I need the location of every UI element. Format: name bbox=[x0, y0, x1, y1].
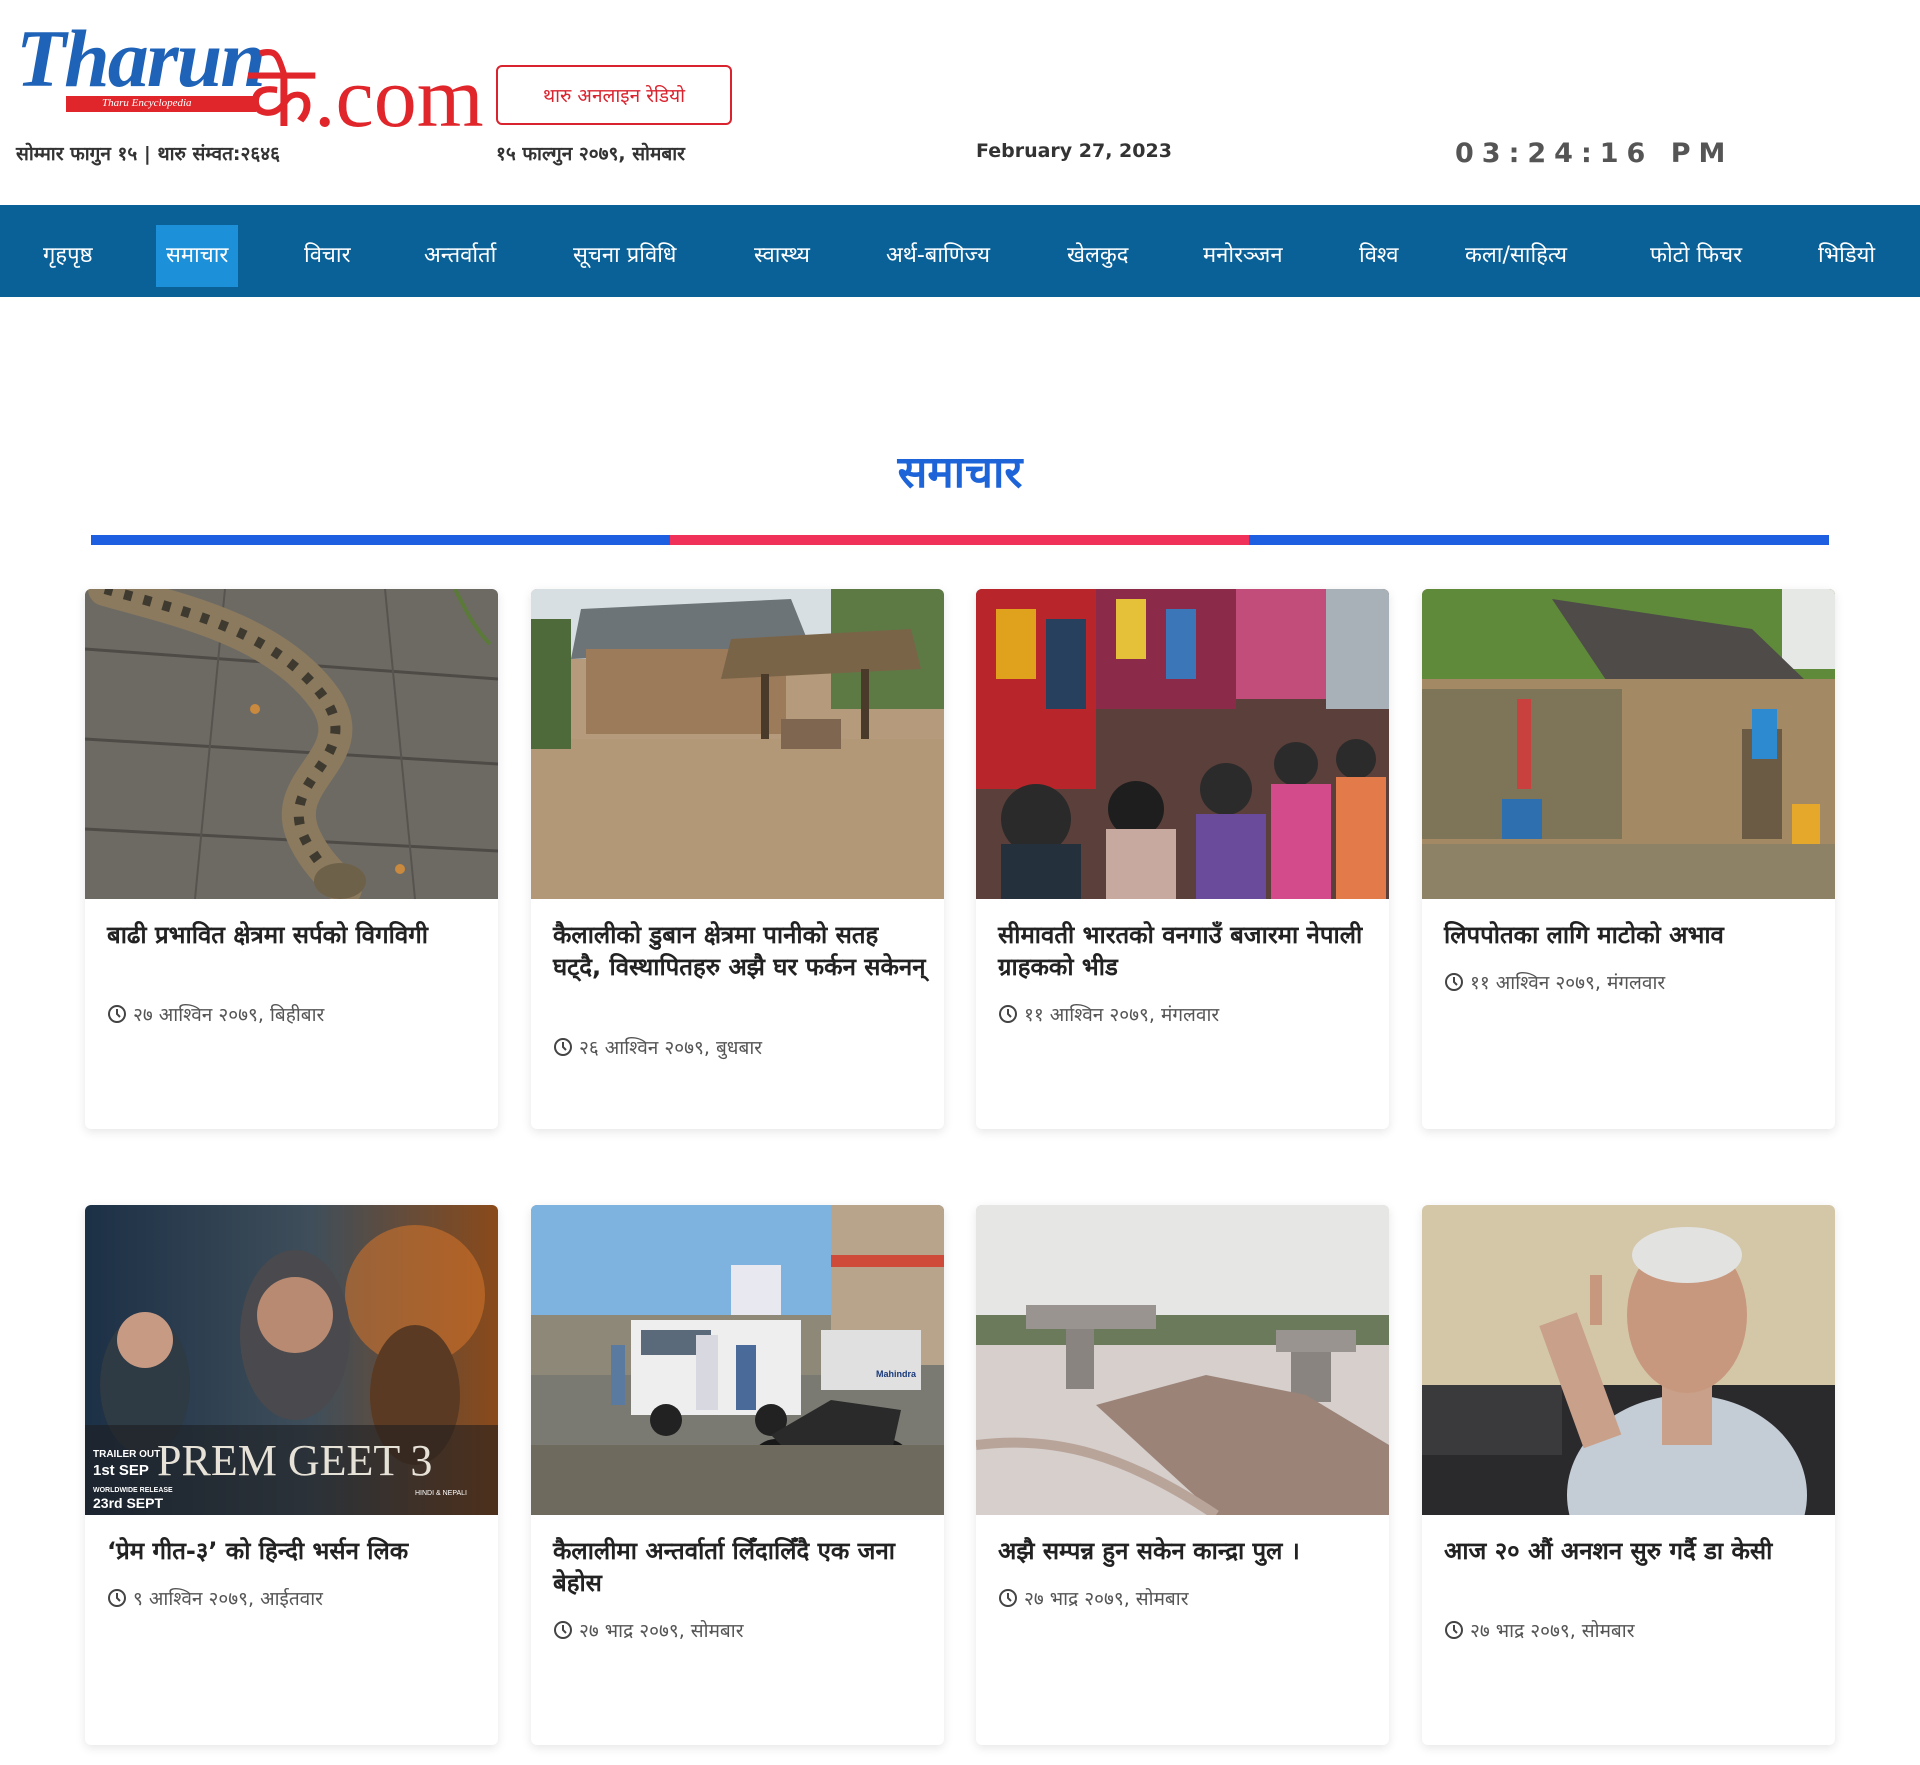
nav-item-sports[interactable]: खेलकुद bbox=[1057, 225, 1139, 287]
news-card-image[interactable] bbox=[531, 589, 944, 899]
news-card-date-text: ९ आश्विन २०७९, आईतवार bbox=[133, 1588, 323, 1610]
news-card-date-text: ११ आश्विन २०७९, मंगलवार bbox=[1470, 972, 1666, 994]
news-card[interactable]: लिपपोतका लागि माटोको अभाव ११ आश्विन २०७९… bbox=[1422, 589, 1835, 1129]
news-card-date: २७ भाद्र २०७९, सोमबार bbox=[1444, 1617, 1634, 1643]
online-radio-button[interactable]: थारु अनलाइन रेडियो bbox=[496, 65, 732, 125]
news-card-image[interactable] bbox=[1422, 1205, 1835, 1515]
clock-icon bbox=[108, 1589, 126, 1607]
live-clock: 03:24:16 PM bbox=[1455, 138, 1734, 169]
news-card-date-text: ११ आश्विन २०७९, मंगलवार bbox=[1024, 1004, 1220, 1026]
english-date: February 27, 2023 bbox=[976, 140, 1172, 162]
nav-item-arts[interactable]: कला/साहित्य bbox=[1455, 225, 1577, 287]
clock-icon bbox=[1445, 973, 1463, 991]
news-card-date: ११ आश्विन २०७९, मंगलवार bbox=[1444, 969, 1665, 995]
news-card-date-text: २७ भाद्र २०७९, सोमबार bbox=[579, 1620, 744, 1642]
news-card-date-text: २६ आश्विन २०७९, बुधबार bbox=[579, 1037, 763, 1059]
nav-item-world[interactable]: विश्व bbox=[1349, 225, 1409, 287]
news-card-title[interactable]: कैलालीको डुबान क्षेत्रमा पानीको सतह घट्द… bbox=[553, 919, 928, 983]
clock-icon bbox=[999, 1005, 1017, 1023]
flood-photo bbox=[531, 589, 944, 899]
news-card-image[interactable] bbox=[976, 589, 1389, 899]
news-card-image[interactable] bbox=[976, 1205, 1389, 1515]
bridge-photo bbox=[976, 1205, 1389, 1515]
title-underline-right bbox=[1249, 535, 1829, 545]
market-photo bbox=[976, 589, 1389, 899]
nav-item-health[interactable]: स्वास्थ्य bbox=[744, 225, 820, 287]
nav-item-interview[interactable]: अन्तर्वार्ता bbox=[414, 225, 506, 287]
nav-item-video[interactable]: भिडियो bbox=[1808, 225, 1885, 287]
news-card-date-text: २७ आश्विन २०७९, बिहीबार bbox=[133, 1004, 325, 1026]
nav-item-economy[interactable]: अर्थ-बाणिज्य bbox=[876, 225, 1000, 287]
clock-icon bbox=[1445, 1621, 1463, 1639]
nav-item-news[interactable]: समाचार bbox=[156, 225, 239, 287]
news-card-image[interactable]: TRAILER OUT 1st SEP WORLDWIDE RELEASE 23… bbox=[85, 1205, 498, 1515]
nepali-date: १५ फाल्गुन २०७९, सोमबार bbox=[496, 143, 685, 165]
nav-item-home[interactable]: गृहपृष्ठ bbox=[33, 225, 103, 287]
logo-tagline: Tharu Encyclopedia bbox=[102, 97, 192, 109]
main-navigation: गृहपृष्ठ समाचार विचार अन्तर्वार्ता सूचना… bbox=[0, 205, 1920, 297]
news-card-date: २७ भाद्र २०७९, सोमबार bbox=[998, 1585, 1188, 1611]
news-card[interactable]: अझै सम्पन्न हुन सकेन कान्द्रा पुल । २७ भ… bbox=[976, 1205, 1389, 1745]
news-card[interactable]: TRAILER OUT 1st SEP WORLDWIDE RELEASE 23… bbox=[85, 1205, 498, 1745]
logo-suffix: के.com bbox=[248, 49, 484, 145]
news-card-title[interactable]: सीमावती भारतको वनगाउँ बजारमा नेपाली ग्रा… bbox=[998, 919, 1373, 983]
nav-item-photo-feature[interactable]: फोटो फिचर bbox=[1640, 225, 1752, 287]
news-card[interactable]: Mahindra कैलालीमा अन्तर्वार्ता लिँदालिँद… bbox=[531, 1205, 944, 1745]
site-header: Tharun Tharu Encyclopedia के.com थारु अन… bbox=[0, 0, 1920, 205]
mud-house-photo bbox=[1422, 589, 1835, 899]
news-card[interactable]: बाढी प्रभावित क्षेत्रमा सर्पको विगविगी २… bbox=[85, 589, 498, 1129]
section-title: समाचार bbox=[897, 447, 1023, 498]
movie-poster-photo: TRAILER OUT 1st SEP WORLDWIDE RELEASE 23… bbox=[85, 1205, 498, 1515]
poster-trailer-label: TRAILER OUT bbox=[93, 1449, 160, 1460]
snake-photo bbox=[85, 589, 498, 899]
poster-language: HINDI & NEPALI bbox=[415, 1490, 467, 1497]
poster-trailer-date: 1st SEP bbox=[93, 1462, 149, 1479]
poster-release-label: WORLDWIDE RELEASE bbox=[93, 1487, 173, 1494]
news-card-image[interactable]: Mahindra bbox=[531, 1205, 944, 1515]
nav-item-it[interactable]: सूचना प्रविधि bbox=[563, 225, 686, 287]
tharu-calendar-date: सोम्मार फागुन १५ | थारु संम्वत:२६४६ bbox=[16, 143, 281, 165]
poster-release-date: 23rd SEPT bbox=[93, 1495, 163, 1511]
news-card-title[interactable]: बाढी प्रभावित क्षेत्रमा सर्पको विगविगी bbox=[107, 919, 482, 951]
clock-icon bbox=[999, 1589, 1017, 1607]
nav-item-entertainment[interactable]: मनोरञ्जन bbox=[1193, 225, 1293, 287]
news-card[interactable]: सीमावती भारतको वनगाउँ बजारमा नेपाली ग्रा… bbox=[976, 589, 1389, 1129]
news-card-date-text: २७ भाद्र २०७९, सोमबार bbox=[1024, 1588, 1189, 1610]
logo-wordmark: Tharun bbox=[16, 13, 266, 104]
site-logo[interactable]: Tharun Tharu Encyclopedia के.com bbox=[16, 13, 484, 141]
news-card-date: २७ भाद्र २०७९, सोमबार bbox=[553, 1617, 743, 1643]
news-card-date: ११ आश्विन २०७९, मंगलवार bbox=[998, 1001, 1219, 1027]
news-card[interactable]: कैलालीको डुबान क्षेत्रमा पानीको सतह घट्द… bbox=[531, 589, 944, 1129]
mahindra-label: Mahindra bbox=[876, 1369, 917, 1379]
ambulance-photo: Mahindra bbox=[531, 1205, 944, 1515]
nav-item-opinion[interactable]: विचार bbox=[294, 225, 361, 287]
news-card-title[interactable]: ‘प्रेम गीत-३’ को हिन्दी भर्सन लिक bbox=[107, 1535, 482, 1567]
news-card-title[interactable]: कैलालीमा अन्तर्वार्ता लिँदालिँदै एक जना … bbox=[553, 1535, 928, 1599]
news-card-title[interactable]: अझै सम्पन्न हुन सकेन कान्द्रा पुल । bbox=[998, 1535, 1373, 1567]
news-card-date: २६ आश्विन २०७९, बुधबार bbox=[553, 1034, 762, 1060]
title-underline-left bbox=[91, 535, 670, 545]
news-card-title[interactable]: लिपपोतका लागि माटोको अभाव bbox=[1444, 919, 1819, 951]
news-card[interactable]: आज २० औं अनशन सुरु गर्दै डा केसी २७ भाद्… bbox=[1422, 1205, 1835, 1745]
clock-icon bbox=[554, 1038, 572, 1056]
news-card-date-text: २७ भाद्र २०७९, सोमबार bbox=[1470, 1620, 1635, 1642]
news-card-date: ९ आश्विन २०७९, आईतवार bbox=[107, 1585, 323, 1611]
news-card-image[interactable] bbox=[1422, 589, 1835, 899]
man-pointing-photo bbox=[1422, 1205, 1835, 1515]
news-card-image[interactable] bbox=[85, 589, 498, 899]
clock-icon bbox=[108, 1005, 126, 1023]
clock-icon bbox=[554, 1621, 572, 1639]
poster-movie-title: PREM GEET 3 bbox=[157, 1436, 432, 1485]
title-underline-middle bbox=[670, 535, 1249, 545]
news-card-title[interactable]: आज २० औं अनशन सुरु गर्दै डा केसी bbox=[1444, 1535, 1819, 1567]
news-card-date: २७ आश्विन २०७९, बिहीबार bbox=[107, 1001, 324, 1027]
